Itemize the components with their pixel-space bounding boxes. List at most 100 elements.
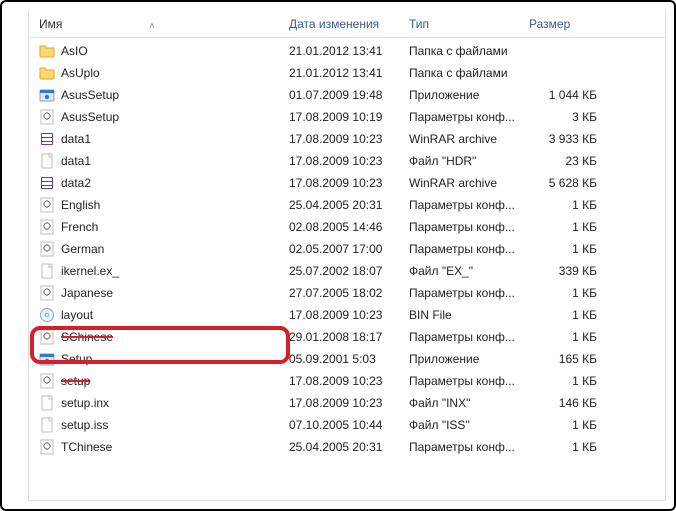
file-type: Параметры конф...	[409, 286, 529, 300]
file-name: French	[61, 220, 98, 234]
file-type: BIN File	[409, 308, 529, 322]
file-type: Параметры конф...	[409, 330, 529, 344]
archive-icon	[39, 131, 55, 147]
file-size: 1 КБ	[529, 308, 619, 322]
file-name: German	[61, 242, 104, 256]
file-listview[interactable]: Имя ˄ Дата изменения Тип Размер AsIO 21.0…	[28, 10, 666, 501]
file-row[interactable]: data117.08.2009 10:23WinRAR archive3 933…	[29, 128, 665, 150]
file-row[interactable]: setup.inx17.08.2009 10:23Файл "INX"146 К…	[29, 392, 665, 414]
file-row[interactable]: AsusSetup 17.08.2009 10:19Параметры конф.…	[29, 106, 665, 128]
file-size: 3 КБ	[529, 110, 619, 124]
file-size: 1 КБ	[529, 330, 619, 344]
file-size: 5 628 КБ	[529, 176, 619, 190]
file-icon	[39, 395, 55, 411]
file-type: Параметры конф...	[409, 374, 529, 388]
file-date: 17.08.2009 10:23	[289, 154, 409, 168]
file-type: WinRAR archive	[409, 176, 529, 190]
installer-icon	[39, 87, 55, 103]
file-date: 17.08.2009 10:19	[289, 110, 409, 124]
file-row[interactable]: French 02.08.2005 14:46Параметры конф...1…	[29, 216, 665, 238]
file-date: 21.01.2012 13:41	[289, 44, 409, 58]
file-type: Параметры конф...	[409, 220, 529, 234]
file-date: 05.09.2001 5:03	[289, 352, 409, 366]
file-type: Файл "INX"	[409, 396, 529, 410]
file-type: Параметры конф...	[409, 440, 529, 454]
header-name-label: Имя	[39, 17, 62, 31]
config-icon	[39, 197, 55, 213]
file-date: 17.08.2009 10:23	[289, 374, 409, 388]
file-row[interactable]: setup 17.08.2009 10:23Параметры конф...1 …	[29, 370, 665, 392]
folder-icon	[39, 65, 55, 81]
file-date: 17.08.2009 10:23	[289, 176, 409, 190]
file-type: Файл "HDR"	[409, 154, 529, 168]
file-date: 02.05.2007 17:00	[289, 242, 409, 256]
file-size: 1 КБ	[529, 374, 619, 388]
file-row[interactable]: setup.iss07.10.2005 10:44Файл "ISS"1 КБ	[29, 414, 665, 436]
file-size: 1 КБ	[529, 220, 619, 234]
header-size[interactable]: Размер	[529, 17, 619, 31]
file-date: 17.08.2009 10:23	[289, 132, 409, 146]
file-name: ikernel.ex_	[61, 264, 119, 278]
config-icon	[39, 285, 55, 301]
file-icon	[39, 417, 55, 433]
file-row[interactable]: AsusSetup01.07.2009 19:48Приложение1 044…	[29, 84, 665, 106]
file-icon	[39, 153, 55, 169]
file-date: 07.10.2005 10:44	[289, 418, 409, 432]
disc-icon	[39, 307, 55, 323]
file-row[interactable]: AsUplo21.01.2012 13:41Папка с файлами	[29, 62, 665, 84]
file-row[interactable]: SChinese29.01.2008 18:17Параметры конф..…	[29, 326, 665, 348]
file-type: Файл "EX_"	[409, 264, 529, 278]
file-name: SChinese	[61, 330, 113, 344]
file-name: AsUplo	[61, 66, 100, 80]
file-size: 1 КБ	[529, 198, 619, 212]
file-row[interactable]: data1 17.08.2009 10:23Файл "HDR"23 КБ	[29, 150, 665, 172]
config-icon	[39, 373, 55, 389]
header-type[interactable]: Тип	[409, 17, 529, 31]
file-type: Файл "ISS"	[409, 418, 529, 432]
installer-icon	[39, 351, 55, 367]
file-size: 1 КБ	[529, 440, 619, 454]
file-date: 02.08.2005 14:46	[289, 220, 409, 234]
file-size: 339 КБ	[529, 264, 619, 278]
file-row[interactable]: layout17.08.2009 10:23BIN File1 КБ	[29, 304, 665, 326]
file-name: data2	[61, 176, 91, 190]
file-row[interactable]: Setup05.09.2001 5:03Приложение165 КБ	[29, 348, 665, 370]
file-row[interactable]: German02.05.2007 17:00Параметры конф...1…	[29, 238, 665, 260]
file-row[interactable]: ikernel.ex_ 25.07.2002 18:07Файл "EX_"339…	[29, 260, 665, 282]
file-size: 1 044 КБ	[529, 88, 619, 102]
file-date: 17.08.2009 10:23	[289, 396, 409, 410]
file-row[interactable]: AsIO21.01.2012 13:41Папка с файлами	[29, 40, 665, 62]
folder-icon	[39, 43, 55, 59]
file-row[interactable]: Japanese27.07.2005 18:02Параметры конф..…	[29, 282, 665, 304]
file-name: TChinese	[61, 440, 112, 454]
file-row[interactable]: TChinese25.04.2005 20:31Параметры конф..…	[29, 436, 665, 458]
file-type: Параметры конф...	[409, 242, 529, 256]
file-name: data1	[61, 154, 91, 168]
column-headers: Имя ˄ Дата изменения Тип Размер	[29, 10, 665, 38]
file-type: Параметры конф...	[409, 110, 529, 124]
file-name: layout	[61, 308, 93, 322]
file-name: AsusSetup	[61, 110, 119, 124]
file-date: 01.07.2009 19:48	[289, 88, 409, 102]
file-row[interactable]: English25.04.2005 20:31Параметры конф...…	[29, 194, 665, 216]
file-type: Параметры конф...	[409, 198, 529, 212]
file-size: 146 КБ	[529, 396, 619, 410]
header-date[interactable]: Дата изменения	[289, 17, 409, 31]
config-icon	[39, 329, 55, 345]
file-name: setup	[61, 374, 90, 388]
file-size: 23 КБ	[529, 154, 619, 168]
file-name: setup.iss	[61, 418, 108, 432]
file-row[interactable]: data2 17.08.2009 10:23WinRAR archive5 628…	[29, 172, 665, 194]
file-type: WinRAR archive	[409, 132, 529, 146]
config-icon	[39, 109, 55, 125]
file-size: 165 КБ	[529, 352, 619, 366]
file-icon	[39, 263, 55, 279]
file-date: 27.07.2005 18:02	[289, 286, 409, 300]
file-name: English	[61, 198, 100, 212]
file-date: 25.07.2002 18:07	[289, 264, 409, 278]
file-name: AsIO	[61, 44, 88, 58]
config-icon	[39, 219, 55, 235]
header-name[interactable]: Имя ˄	[29, 17, 289, 31]
sort-indicator-icon: ˄	[149, 21, 155, 32]
file-size: 3 933 КБ	[529, 132, 619, 146]
